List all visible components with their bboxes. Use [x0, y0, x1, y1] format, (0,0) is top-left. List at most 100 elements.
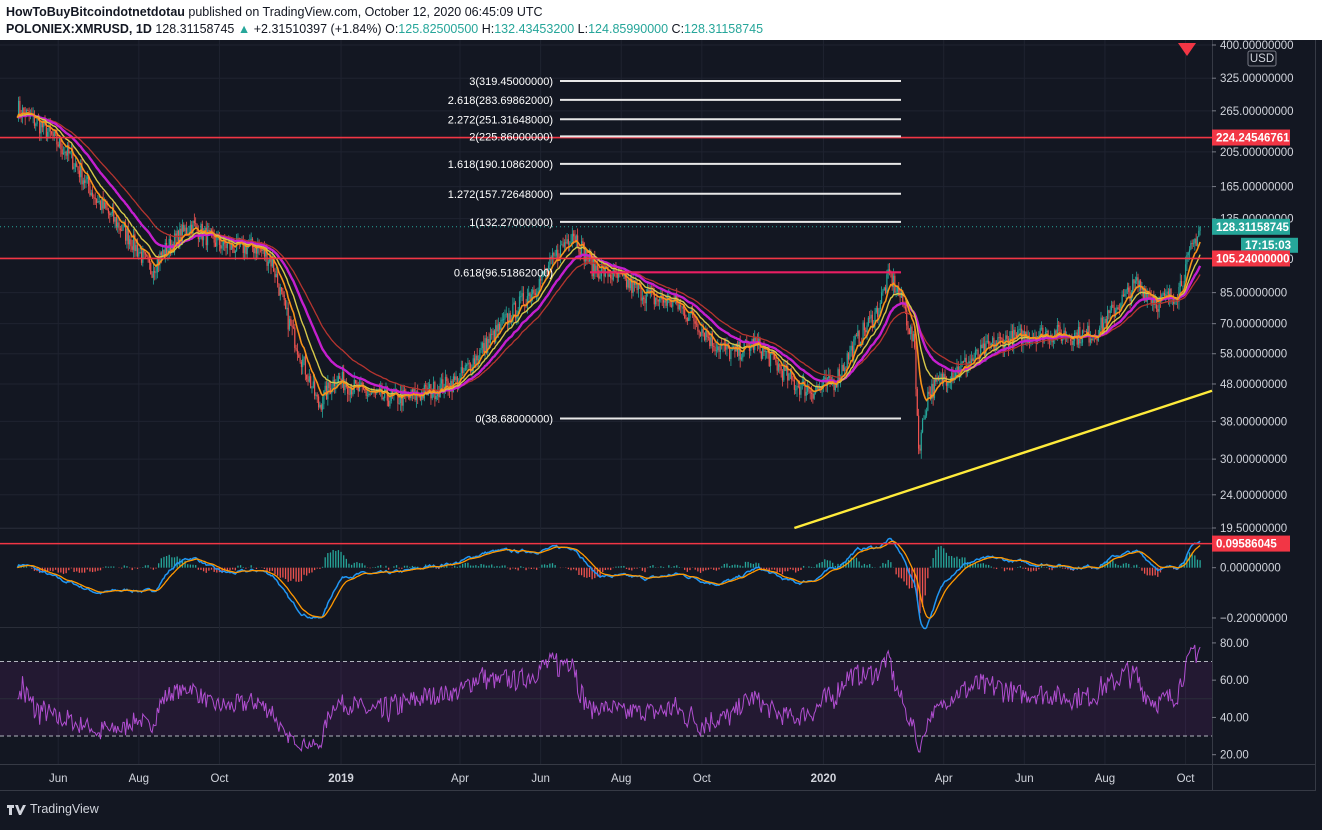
- candle-body: [919, 448, 921, 451]
- candle-body: [80, 165, 82, 178]
- candle-body: [769, 354, 772, 367]
- candle-body: [579, 251, 581, 256]
- candle-body: [57, 144, 59, 147]
- candle-body: [1084, 330, 1086, 332]
- candle-body: [1072, 340, 1074, 345]
- candle-body: [103, 202, 106, 209]
- candle-body: [95, 198, 98, 203]
- candle-body: [582, 241, 584, 244]
- candle-body: [503, 319, 505, 321]
- candle-body: [849, 350, 851, 360]
- candle-body: [221, 245, 223, 249]
- macd-tick-label: −0.20000000: [1220, 613, 1287, 625]
- candle-body: [356, 383, 358, 385]
- candle-body: [875, 307, 877, 313]
- time-tick-label: Oct: [1177, 773, 1196, 785]
- candle-body: [571, 233, 573, 242]
- candle-body: [1187, 252, 1189, 256]
- candle-body: [1117, 307, 1119, 310]
- candle-body: [907, 325, 909, 330]
- candle-body: [705, 330, 707, 340]
- candle-body: [880, 292, 883, 304]
- candle-body: [925, 410, 928, 416]
- candle-body: [670, 305, 673, 307]
- candle-body: [1194, 238, 1196, 244]
- candle-body: [850, 345, 852, 351]
- candle-body: [366, 395, 369, 396]
- price-tick-label: 205.00000000: [1220, 147, 1294, 159]
- candle-body: [1162, 293, 1164, 295]
- rsi-panel[interactable]: [0, 644, 1212, 753]
- candle-body: [1096, 338, 1098, 341]
- candle-body: [910, 326, 912, 335]
- price-panel[interactable]: 3(319.45000000) 2.618(283.69862000) 2.272(…: [0, 76, 1213, 530]
- candle-body: [555, 249, 558, 256]
- candle-body: [348, 393, 350, 395]
- candle-body: [886, 274, 888, 293]
- price-tick-label: 85.00000000: [1220, 288, 1287, 300]
- candle-body: [520, 296, 522, 298]
- candle-body: [637, 284, 640, 290]
- candle-body: [491, 333, 493, 335]
- candle-body: [51, 131, 53, 134]
- macd-panel[interactable]: [0, 537, 1212, 630]
- candle-body: [428, 384, 431, 389]
- candle-body: [689, 313, 691, 318]
- candle-body: [742, 352, 744, 358]
- candle-body: [944, 374, 946, 378]
- candle-body: [193, 220, 195, 223]
- candle-body: [155, 272, 157, 274]
- candle-body: [1109, 310, 1111, 314]
- candle-body: [114, 217, 116, 222]
- candle-body: [962, 361, 965, 363]
- price-tick-label: 24.00000000: [1220, 490, 1287, 502]
- candle-body: [1163, 293, 1166, 296]
- candle-body: [220, 244, 222, 249]
- candle-body: [768, 352, 770, 367]
- candle-body: [160, 252, 162, 256]
- candle-body: [843, 367, 846, 372]
- candle-body: [914, 333, 916, 348]
- candle-body: [58, 138, 61, 147]
- candle-body: [209, 229, 211, 232]
- candle-body: [882, 290, 884, 293]
- candle-body: [255, 248, 258, 254]
- candle-body: [565, 242, 567, 244]
- candle-body: [294, 327, 296, 348]
- candle-body: [927, 391, 929, 411]
- candle-body: [500, 319, 502, 330]
- candle-body: [587, 260, 589, 262]
- candle-body: [688, 317, 690, 322]
- candle-body: [35, 124, 37, 126]
- candle-body: [1108, 310, 1110, 314]
- candle-body: [608, 274, 610, 277]
- candle-body: [370, 393, 373, 395]
- candle-body: [225, 243, 227, 249]
- candle-body: [1129, 291, 1131, 301]
- candle-body: [566, 239, 568, 244]
- chart-canvas[interactable]: 3(319.45000000) 2.618(283.69862000) 2.272(…: [0, 0, 1322, 830]
- candle-body: [612, 268, 614, 280]
- candle-body: [911, 326, 913, 342]
- candle-body: [354, 379, 357, 384]
- candle-body: [65, 151, 67, 156]
- candle-body: [398, 402, 400, 404]
- candle-body: [961, 361, 963, 363]
- candle-body: [168, 238, 170, 251]
- candle-body: [677, 303, 679, 310]
- candle-body: [730, 349, 732, 360]
- candle-body: [27, 110, 29, 111]
- candle-body: [664, 300, 666, 303]
- candle-body: [573, 233, 575, 237]
- candle-body: [1058, 325, 1060, 327]
- candle-body: [764, 351, 766, 352]
- candle-body: [195, 222, 197, 224]
- candle-body: [644, 299, 646, 304]
- candle-body: [561, 244, 563, 246]
- candle-body: [455, 376, 457, 380]
- candle-body: [766, 350, 768, 352]
- candle-body: [283, 294, 285, 300]
- candle-body: [969, 361, 971, 364]
- candle-body: [61, 149, 63, 155]
- candle-body: [908, 329, 910, 335]
